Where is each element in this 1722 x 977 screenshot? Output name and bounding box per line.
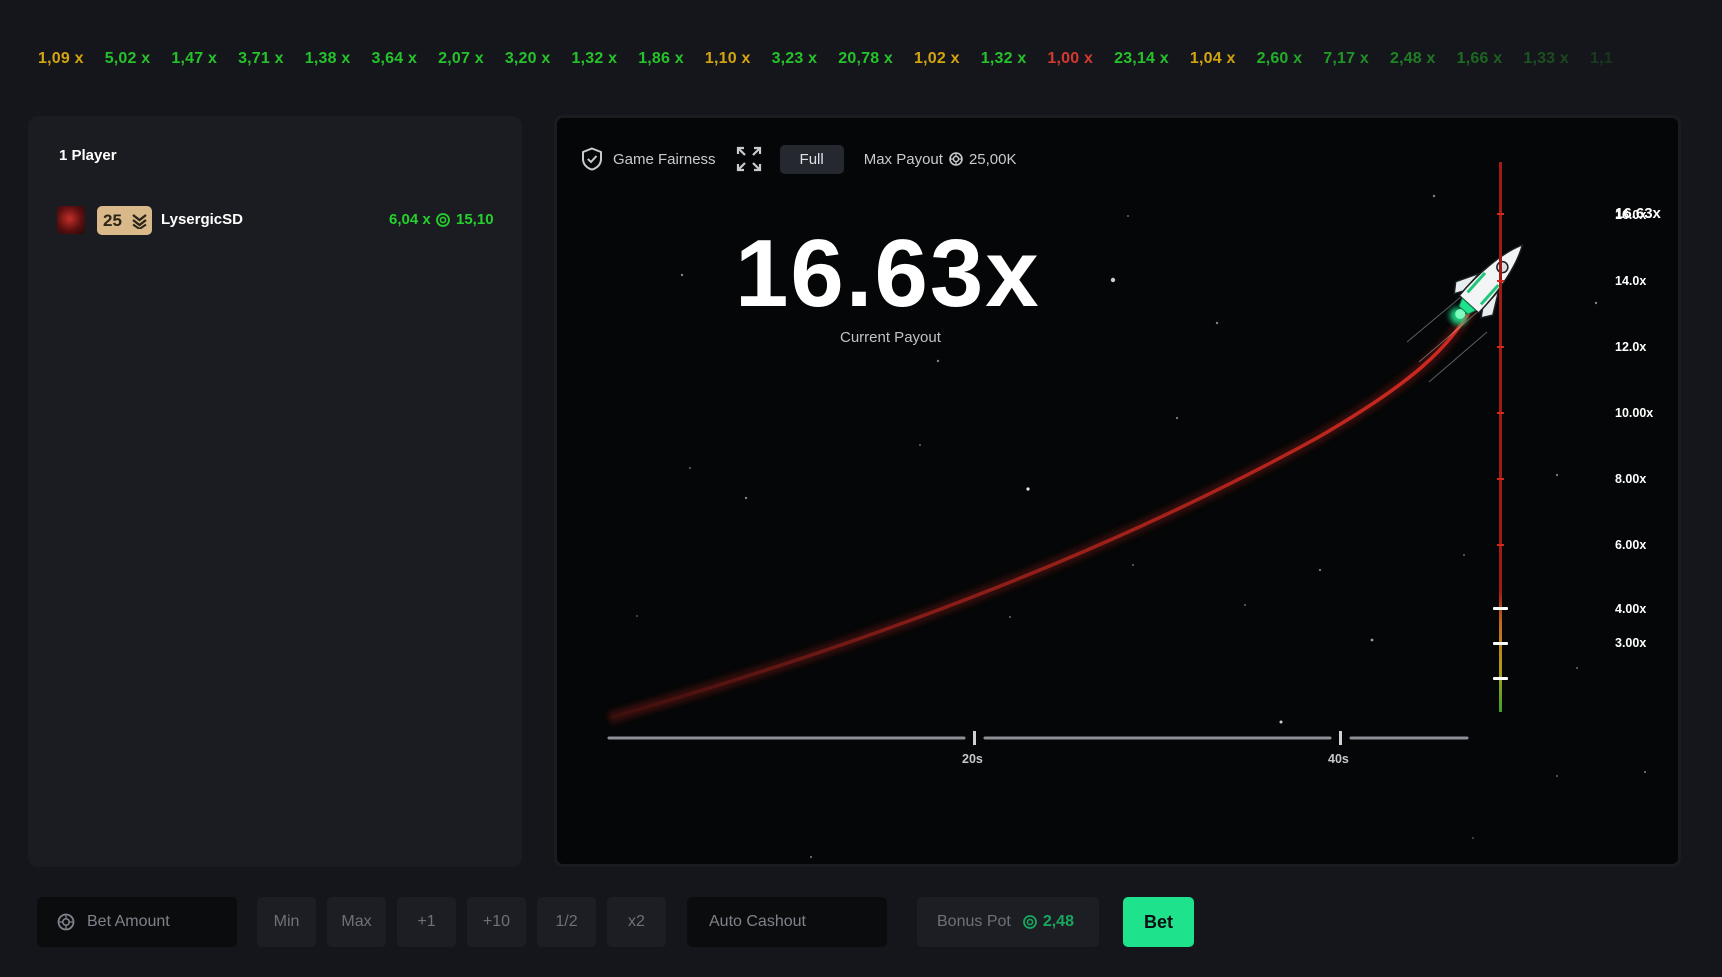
auto-cashout-input[interactable]: Auto Cashout bbox=[687, 897, 887, 947]
level-badge: 25 bbox=[97, 206, 152, 235]
bonus-pot-value: 2,48 bbox=[1042, 913, 1074, 930]
y-tick-label: 10.00x bbox=[1615, 406, 1654, 420]
player-row: 25 LysergicSD 6,04 x 15,10 bbox=[57, 204, 497, 236]
max-payout-value: 25,00K bbox=[968, 150, 1017, 168]
history-multiplier[interactable]: 7,17 x bbox=[1323, 50, 1369, 74]
y-tick-label: 12.0x bbox=[1615, 340, 1647, 354]
level-number: 25 bbox=[103, 210, 122, 230]
bonus-pot: Bonus Pot 2,48 bbox=[917, 897, 1099, 947]
x-tick-label: 20s bbox=[962, 752, 983, 766]
history-multiplier[interactable]: 1,32 x bbox=[572, 50, 618, 74]
history-multiplier[interactable]: 23,14 x bbox=[1114, 50, 1169, 74]
max-button[interactable]: Max bbox=[327, 897, 386, 947]
history-multiplier[interactable]: 2,07 x bbox=[438, 50, 484, 74]
history-multiplier[interactable]: 1,10 x bbox=[705, 50, 751, 74]
history-multiplier[interactable]: 1,04 x bbox=[1190, 50, 1236, 74]
history-multiplier[interactable]: 1,38 x bbox=[305, 50, 351, 74]
players-panel: 1 Player 25 LysergicSD 6,04 x 15,10 bbox=[28, 116, 522, 867]
player-win: 15,10 bbox=[436, 211, 494, 228]
history-multiplier[interactable]: 1,1 bbox=[1590, 50, 1613, 74]
history-multiplier[interactable]: 3,71 x bbox=[238, 50, 284, 74]
half-button[interactable]: 1/2 bbox=[537, 897, 596, 947]
flight-trail-glow bbox=[607, 304, 1478, 724]
history-multiplier[interactable]: 1,66 x bbox=[1457, 50, 1503, 74]
game-fairness-link[interactable]: Game Fairness bbox=[613, 151, 716, 168]
history-multiplier[interactable]: 2,48 x bbox=[1390, 50, 1436, 74]
history-multiplier[interactable]: 5,02 x bbox=[105, 50, 151, 74]
coin-icon bbox=[1022, 915, 1037, 929]
y-tick-label: 14.0x bbox=[1615, 274, 1647, 288]
history-multiplier[interactable]: 1,00 x bbox=[1047, 50, 1093, 74]
history-multiplier[interactable]: 1,02 x bbox=[914, 50, 960, 74]
flight-trail bbox=[608, 307, 1474, 720]
rocket-icon bbox=[1449, 243, 1524, 325]
y-tick-label: 16.0x bbox=[1615, 208, 1647, 222]
history-multiplier[interactable]: 1,47 x bbox=[171, 50, 217, 74]
history-multiplier[interactable]: 3,20 x bbox=[505, 50, 551, 74]
bet-button[interactable]: Bet bbox=[1123, 897, 1194, 947]
current-payout-caption: Current Payout bbox=[840, 329, 941, 346]
history-multiplier[interactable]: 2,60 x bbox=[1257, 50, 1303, 74]
auto-cashout-placeholder: Auto Cashout bbox=[709, 913, 806, 930]
coin-icon bbox=[436, 212, 450, 227]
avatar[interactable] bbox=[57, 206, 85, 234]
game-toolbar: Game Fairness Full Max Payout 25,00K bbox=[581, 144, 1016, 174]
expand-icon[interactable] bbox=[736, 146, 762, 172]
player-name[interactable]: LysergicSD bbox=[161, 211, 243, 228]
double-button[interactable]: x2 bbox=[607, 897, 666, 947]
history-multiplier[interactable]: 3,64 x bbox=[371, 50, 417, 74]
plus-one-button[interactable]: +1 bbox=[397, 897, 456, 947]
y-tick-label: 8.00x bbox=[1615, 472, 1647, 486]
history-multiplier[interactable]: 1,09 x bbox=[38, 50, 84, 74]
time-axis bbox=[607, 731, 1469, 745]
bet-amount-input[interactable]: Bet Amount bbox=[37, 897, 237, 947]
y-tick-label: 4.00x bbox=[1615, 602, 1647, 616]
y-tick-label: 6.00x bbox=[1615, 538, 1647, 552]
x-tick-label: 40s bbox=[1328, 752, 1349, 766]
history-multiplier[interactable]: 1,33 x bbox=[1523, 50, 1569, 74]
game-area: Game Fairness Full Max Payout 25,00K 16.… bbox=[557, 118, 1678, 864]
min-button[interactable]: Min bbox=[257, 897, 316, 947]
coin-icon bbox=[57, 913, 75, 931]
full-mode-button[interactable]: Full bbox=[779, 144, 844, 174]
bonus-pot-label: Bonus Pot bbox=[937, 913, 1011, 930]
coin-icon bbox=[949, 152, 963, 166]
history-multiplier[interactable]: 1,32 x bbox=[981, 50, 1027, 74]
multiplier-scale-bar bbox=[1499, 162, 1502, 712]
bet-amount-placeholder: Bet Amount bbox=[87, 913, 170, 930]
rank-chevrons-icon bbox=[132, 214, 147, 229]
history-multiplier[interactable]: 20,78 x bbox=[838, 50, 893, 74]
max-payout-label: Max Payout bbox=[863, 150, 943, 168]
history-multiplier[interactable]: 3,23 x bbox=[772, 50, 818, 74]
player-cashout-multiplier: 6,04 x bbox=[389, 211, 431, 228]
players-count: 1 Player bbox=[59, 147, 117, 164]
plus-ten-button[interactable]: +10 bbox=[467, 897, 526, 947]
y-tick-label: 3.00x bbox=[1615, 636, 1647, 650]
multiplier-history: 1,09 x 5,02 x 1,47 x 3,71 x 1,38 x 3,64 x 2,07… bbox=[38, 50, 1678, 74]
current-payout: 16.63x bbox=[735, 220, 1041, 327]
shield-check-icon[interactable] bbox=[581, 147, 603, 171]
history-multiplier[interactable]: 1,86 x bbox=[638, 50, 684, 74]
player-win-amount: 15,10 bbox=[456, 211, 494, 228]
